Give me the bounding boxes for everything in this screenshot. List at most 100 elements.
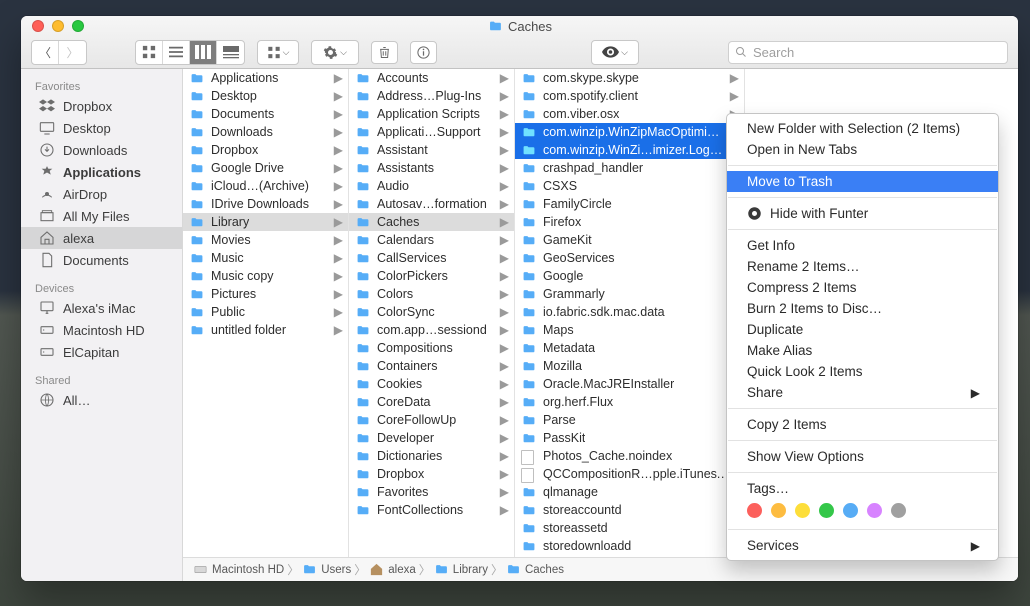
file-row[interactable]: Public▶ [183,303,348,321]
sidebar-item-dropbox[interactable]: Dropbox [21,95,182,117]
tag-dot[interactable] [795,503,810,518]
menu-item-duplicate[interactable]: Duplicate [727,319,998,340]
file-row[interactable]: io.fabric.sdk.mac.data▶ [515,303,744,321]
file-row[interactable]: Applications▶ [183,69,348,87]
file-row[interactable]: Dropbox▶ [349,465,514,483]
file-row[interactable]: org.herf.Flux▶ [515,393,744,411]
tag-dot[interactable] [819,503,834,518]
file-row[interactable]: Calendars▶ [349,231,514,249]
file-row[interactable]: Music copy▶ [183,267,348,285]
sidebar-item-alexa-s-imac[interactable]: Alexa's iMac [21,297,182,319]
zoom-button[interactable] [72,20,84,32]
menu-item-services[interactable]: Services▶ [727,535,998,556]
sidebar-item-alexa[interactable]: alexa [21,227,182,249]
path-segment[interactable]: Users [302,563,351,576]
file-row[interactable]: com.winzip.WinZi…imizer.LoginHel▶ [515,141,744,159]
back-button[interactable]: 〈 [32,41,59,64]
tag-dot[interactable] [891,503,906,518]
file-row[interactable]: com.app…sessiond▶ [349,321,514,339]
menu-item-hide-with-funter[interactable]: Hide with Funter [727,203,998,224]
file-row[interactable]: CallServices▶ [349,249,514,267]
close-button[interactable] [32,20,44,32]
menu-item-open-in-new-tabs[interactable]: Open in New Tabs [727,139,998,160]
search-field[interactable]: Search [728,41,1008,64]
file-row[interactable]: Google Drive▶ [183,159,348,177]
file-row[interactable]: Mozilla▶ [515,357,744,375]
file-row[interactable]: Developer▶ [349,429,514,447]
icon-view-button[interactable] [136,41,163,64]
file-row[interactable]: Compositions▶ [349,339,514,357]
menu-item-get-info[interactable]: Get Info [727,235,998,256]
trash-button[interactable] [371,41,398,64]
file-row[interactable]: Dropbox▶ [183,141,348,159]
sidebar-item-applications[interactable]: Applications [21,161,182,183]
list-view-button[interactable] [163,41,190,64]
file-row[interactable]: Accounts▶ [349,69,514,87]
column-view-button[interactable] [190,41,217,64]
file-row[interactable]: GeoServices▶ [515,249,744,267]
file-row[interactable]: Oracle.MacJREInstaller▶ [515,375,744,393]
tag-dot[interactable] [867,503,882,518]
file-row[interactable]: CoreData▶ [349,393,514,411]
file-row[interactable]: com.viber.osx▶ [515,105,744,123]
file-row[interactable]: Photos_Cache.noindex [515,447,744,465]
arrange-button[interactable]: ⌵ [258,41,298,64]
minimize-button[interactable] [52,20,64,32]
file-row[interactable]: Documents▶ [183,105,348,123]
file-row[interactable]: storeaccountd▶ [515,501,744,519]
file-row[interactable]: storeassetd▶ [515,519,744,537]
path-segment[interactable]: Macintosh HD [193,562,284,577]
file-row[interactable]: Desktop▶ [183,87,348,105]
menu-item-burn-2-items-to-disc-[interactable]: Burn 2 Items to Disc… [727,298,998,319]
file-row[interactable]: iCloud…(Archive)▶ [183,177,348,195]
file-row[interactable]: Assistant▶ [349,141,514,159]
file-row[interactable]: Maps▶ [515,321,744,339]
sidebar-item-desktop[interactable]: Desktop [21,117,182,139]
file-row[interactable]: CSXS▶ [515,177,744,195]
path-segment[interactable]: Caches [506,563,564,576]
sidebar-item-macintosh-hd[interactable]: Macintosh HD [21,319,182,341]
file-row[interactable]: com.skype.skype▶ [515,69,744,87]
file-row[interactable]: FamilyCircle▶ [515,195,744,213]
file-row[interactable]: ColorPickers▶ [349,267,514,285]
file-row[interactable]: QCCompositionR…pple.iTunes.cac [515,465,744,483]
file-row[interactable]: crashpad_handler▶ [515,159,744,177]
tag-dot[interactable] [843,503,858,518]
info-button[interactable] [410,41,437,64]
menu-item-tags-[interactable]: Tags… [727,478,998,499]
forward-button[interactable]: 〉 [59,41,86,64]
file-row[interactable]: CoreFollowUp▶ [349,411,514,429]
menu-item-make-alias[interactable]: Make Alias [727,340,998,361]
file-row[interactable]: PassKit▶ [515,429,744,447]
file-row[interactable]: ColorSync▶ [349,303,514,321]
menu-item-copy-2-items[interactable]: Copy 2 Items [727,414,998,435]
sidebar-item-airdrop[interactable]: AirDrop [21,183,182,205]
tag-dot[interactable] [747,503,762,518]
quicklook-button[interactable]: ⌵ [592,41,638,64]
file-row[interactable]: FontCollections▶ [349,501,514,519]
path-segment[interactable]: alexa [369,562,416,577]
sidebar-item-elcapitan[interactable]: ElCapitan [21,341,182,363]
tag-dot[interactable] [771,503,786,518]
file-row[interactable]: Parse▶ [515,411,744,429]
file-row[interactable]: storedownloadd▶ [515,537,744,555]
file-row[interactable]: Containers▶ [349,357,514,375]
file-row[interactable]: Favorites▶ [349,483,514,501]
menu-item-quick-look-2-items[interactable]: Quick Look 2 Items [727,361,998,382]
file-row[interactable]: com.winzip.WinZipMacOptimizer▶ [515,123,744,141]
file-row[interactable]: Autosav…formation▶ [349,195,514,213]
file-row[interactable]: Cookies▶ [349,375,514,393]
file-row[interactable]: Firefox▶ [515,213,744,231]
file-row[interactable]: Grammarly▶ [515,285,744,303]
file-row[interactable]: Caches▶ [349,213,514,231]
file-row[interactable]: Application Scripts▶ [349,105,514,123]
file-row[interactable]: Google▶ [515,267,744,285]
file-row[interactable]: qlmanage▶ [515,483,744,501]
menu-item-move-to-trash[interactable]: Move to Trash [727,171,998,192]
file-row[interactable]: untitled folder▶ [183,321,348,339]
coverflow-view-button[interactable] [217,41,244,64]
sidebar-item-all-my-files[interactable]: All My Files [21,205,182,227]
file-row[interactable]: Movies▶ [183,231,348,249]
file-row[interactable]: Pictures▶ [183,285,348,303]
file-row[interactable]: Metadata▶ [515,339,744,357]
